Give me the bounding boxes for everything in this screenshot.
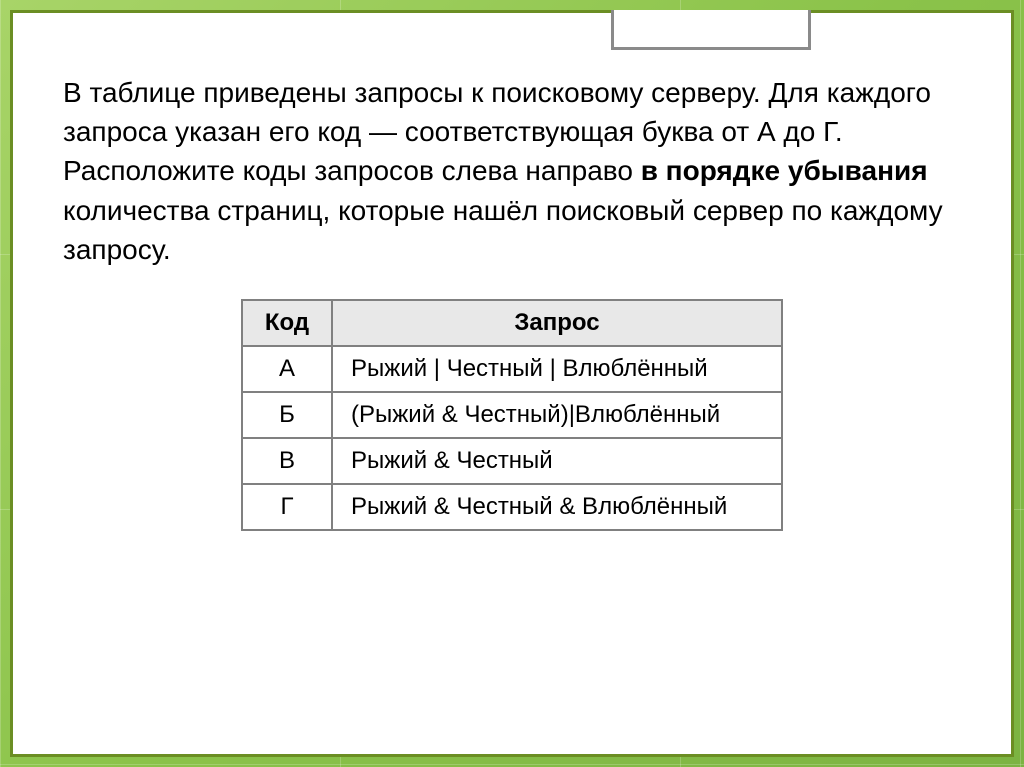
tab-decoration xyxy=(611,10,811,50)
description-bold: в порядке убывания xyxy=(641,155,928,186)
task-description: В таблице приведены запросы к поисковому… xyxy=(63,73,961,269)
cell-code: А xyxy=(242,346,332,392)
table-header-row: Код Запрос xyxy=(242,300,782,346)
table-row: А Рыжий | Честный | Влюблённый xyxy=(242,346,782,392)
table-row: В Рыжий & Честный xyxy=(242,438,782,484)
slide-container: В таблице приведены запросы к поисковому… xyxy=(0,0,1024,767)
cell-query: Рыжий & Честный & Влюблённый xyxy=(332,484,782,530)
cell-code: Б xyxy=(242,392,332,438)
table-row: Г Рыжий & Честный & Влюблённый xyxy=(242,484,782,530)
table-row: Б (Рыжий & Честный)|Влюблённый xyxy=(242,392,782,438)
description-part2: количества страниц, которые нашёл поиско… xyxy=(63,195,943,265)
cell-query: (Рыжий & Честный)|Влюблённый xyxy=(332,392,782,438)
cell-query: Рыжий | Честный | Влюблённый xyxy=(332,346,782,392)
table-container: Код Запрос А Рыжий | Честный | Влюблённы… xyxy=(63,299,961,531)
header-query: Запрос xyxy=(332,300,782,346)
content-box: В таблице приведены запросы к поисковому… xyxy=(10,10,1014,757)
cell-code: В xyxy=(242,438,332,484)
cell-query: Рыжий & Честный xyxy=(332,438,782,484)
cell-code: Г xyxy=(242,484,332,530)
header-code: Код xyxy=(242,300,332,346)
query-table: Код Запрос А Рыжий | Честный | Влюблённы… xyxy=(241,299,783,531)
